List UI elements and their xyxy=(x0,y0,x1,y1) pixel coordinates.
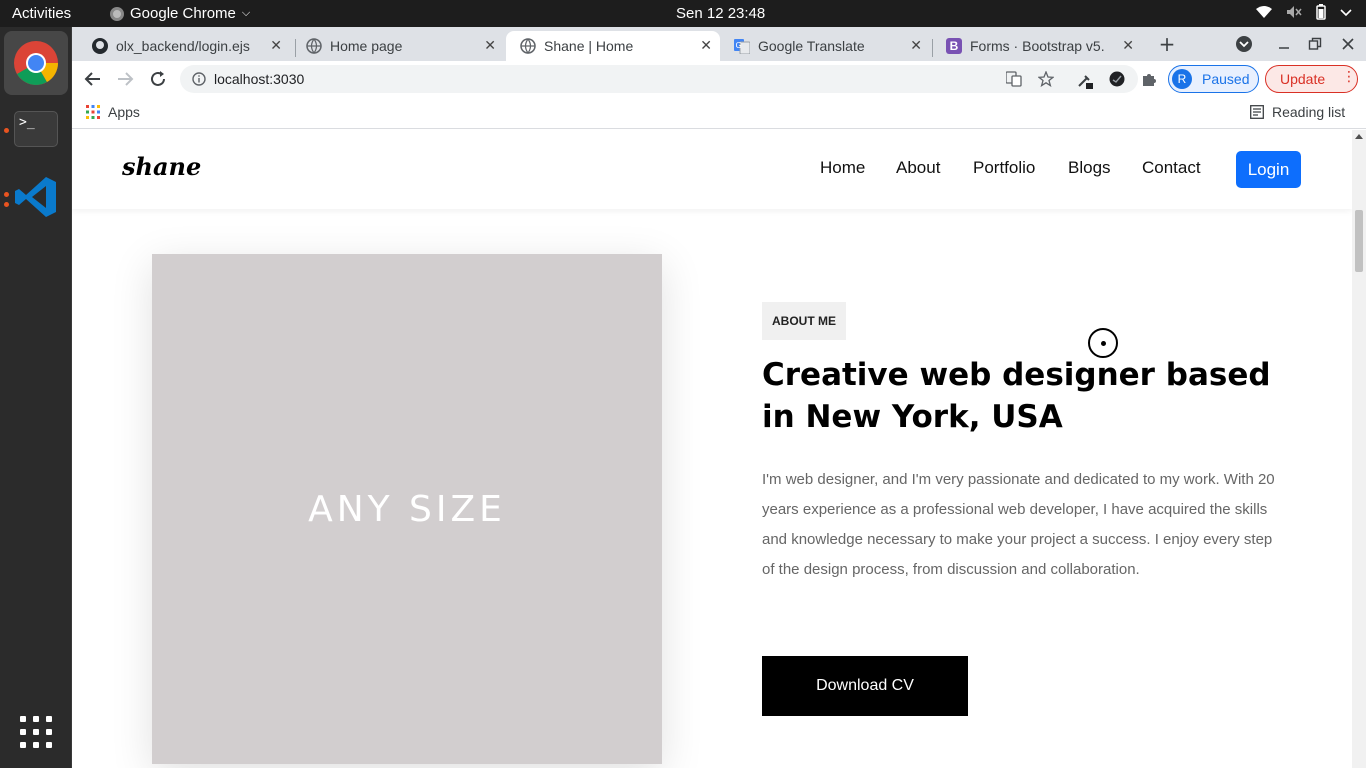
reload-icon xyxy=(151,71,165,86)
chevron-down-icon xyxy=(1340,9,1352,17)
close-icon[interactable]: ✕ xyxy=(1122,37,1134,54)
bootstrap-icon: B xyxy=(946,38,962,54)
info-icon xyxy=(192,72,206,86)
reload-button[interactable] xyxy=(149,70,167,92)
site-navbar: shane Home About Portfolio Blogs Contact… xyxy=(72,130,1352,209)
tab-home-page[interactable]: Home page ✕ xyxy=(292,31,504,61)
close-icon[interactable]: ✕ xyxy=(910,37,922,54)
chevron-down-icon xyxy=(1239,41,1249,48)
web-page: shane Home About Portfolio Blogs Contact… xyxy=(72,130,1352,768)
apps-shortcut[interactable]: Apps xyxy=(86,104,140,120)
apps-label: Apps xyxy=(108,104,140,120)
tab-title: olx_backend/login.ejs xyxy=(116,38,250,54)
chrome-small-icon xyxy=(110,6,124,21)
volume-muted-icon xyxy=(1287,6,1302,18)
nav-home[interactable]: Home xyxy=(820,158,865,178)
chrome-icon xyxy=(14,41,58,85)
app-menu-label: Google Chrome xyxy=(130,5,236,22)
tab-strip: olx_backend/login.ejs ✕ Home page ✕ Shan… xyxy=(72,27,1366,61)
profile-image-placeholder: ANY SIZE xyxy=(152,254,662,764)
custom-cursor-icon xyxy=(1088,328,1118,358)
new-tab-button[interactable]: + xyxy=(1156,33,1178,55)
tab-title: Shane | Home xyxy=(544,38,634,54)
battery-icon xyxy=(1316,4,1326,20)
star-icon[interactable] xyxy=(1038,71,1054,87)
show-applications-button[interactable] xyxy=(4,700,68,764)
update-button[interactable]: Update ⋮ xyxy=(1265,65,1358,93)
puzzle-icon[interactable] xyxy=(1141,71,1157,87)
more-vert-icon: ⋮ xyxy=(1342,69,1356,85)
image-placeholder-text: ANY SIZE xyxy=(308,488,506,530)
url-text: localhost:3030 xyxy=(214,71,305,87)
close-icon[interactable]: ✕ xyxy=(270,37,282,54)
apps-grid-icon xyxy=(86,105,100,119)
system-top-bar: Activities Google Chrome ⌵ Sen 12 23:48 xyxy=(0,0,1366,27)
about-bio: I'm web designer, and I'm very passionat… xyxy=(762,471,1275,578)
activities-button[interactable]: Activities xyxy=(12,5,71,22)
minimize-icon xyxy=(1279,47,1289,49)
browser-toolbar: localhost:3030 R Paused Update ⋮ xyxy=(72,61,1366,97)
restore-button[interactable] xyxy=(1308,36,1322,50)
section-badge: ABOUT ME xyxy=(762,302,846,340)
clock[interactable]: Sen 12 23:48 xyxy=(676,5,765,22)
nav-blogs[interactable]: Blogs xyxy=(1068,158,1111,178)
dock-vscode[interactable] xyxy=(4,165,68,229)
tab-title: Google Translate xyxy=(758,38,865,54)
reading-list-label: Reading list xyxy=(1272,104,1346,120)
system-tray[interactable] xyxy=(1256,4,1352,20)
bookmarks-bar: Apps Reading list xyxy=(72,97,1366,129)
close-icon[interactable]: ✕ xyxy=(700,37,712,54)
app-menu[interactable]: Google Chrome ⌵ xyxy=(110,5,250,22)
dock-chrome[interactable] xyxy=(4,31,68,95)
reading-list-icon xyxy=(1250,105,1264,119)
nav-about[interactable]: About xyxy=(896,158,940,178)
page-scrollbar[interactable] xyxy=(1352,130,1366,768)
close-window-button[interactable] xyxy=(1341,36,1355,50)
update-label: Update xyxy=(1280,71,1326,87)
eyedropper-extension-icon[interactable] xyxy=(1076,71,1094,89)
close-icon xyxy=(1342,38,1354,50)
chevron-down-icon: ⌵ xyxy=(241,7,251,19)
scrollbar-thumb[interactable] xyxy=(1355,210,1363,272)
translate-icon: G xyxy=(734,39,750,54)
reading-list-button[interactable]: Reading list xyxy=(1250,104,1345,120)
download-cv-button[interactable]: Download CV xyxy=(762,656,968,716)
globe-icon xyxy=(520,38,536,54)
tab-shane-home[interactable]: Shane | Home ✕ xyxy=(506,31,720,61)
restore-icon xyxy=(1308,37,1322,50)
back-button[interactable] xyxy=(84,70,102,92)
terminal-icon: >_ xyxy=(14,111,58,147)
tab-title: Home page xyxy=(330,38,403,54)
tab-google-translate[interactable]: G Google Translate ✕ xyxy=(720,31,930,61)
nav-contact[interactable]: Contact xyxy=(1142,158,1201,178)
login-button[interactable]: Login xyxy=(1236,151,1301,188)
avatar: R xyxy=(1172,69,1192,89)
tab-bootstrap-forms[interactable]: B Forms · Bootstrap v5. ✕ xyxy=(932,31,1142,61)
dock: >_ xyxy=(0,27,72,768)
tab-search-button[interactable] xyxy=(1236,36,1252,52)
tab-olx-backend[interactable]: olx_backend/login.ejs ✕ xyxy=(78,31,290,61)
about-headline: Creative web designer based in New York,… xyxy=(762,357,1271,435)
translate-icon[interactable] xyxy=(1006,71,1022,87)
profile-status: Paused xyxy=(1202,71,1250,87)
address-bar[interactable]: localhost:3030 xyxy=(180,65,1138,93)
scroll-up-arrow-icon[interactable] xyxy=(1355,134,1363,139)
arrow-left-icon xyxy=(84,72,100,86)
grid-icon xyxy=(20,716,52,748)
nav-portfolio[interactable]: Portfolio xyxy=(973,158,1035,178)
dock-terminal[interactable]: >_ xyxy=(4,97,68,161)
github-icon xyxy=(92,38,108,54)
minimize-button[interactable] xyxy=(1277,35,1291,51)
wifi-icon xyxy=(1256,6,1272,18)
site-logo[interactable]: shane xyxy=(122,152,201,181)
svg-text:G: G xyxy=(736,41,742,50)
globe-icon xyxy=(306,38,322,54)
close-icon[interactable]: ✕ xyxy=(484,37,496,54)
profile-button[interactable]: R Paused xyxy=(1168,65,1259,93)
dark-circle-extension-icon[interactable] xyxy=(1109,71,1125,87)
vscode-icon xyxy=(15,177,56,217)
arrow-right-icon xyxy=(118,72,134,86)
tab-title: Forms · Bootstrap v5. xyxy=(970,38,1105,54)
forward-button[interactable] xyxy=(116,70,134,92)
